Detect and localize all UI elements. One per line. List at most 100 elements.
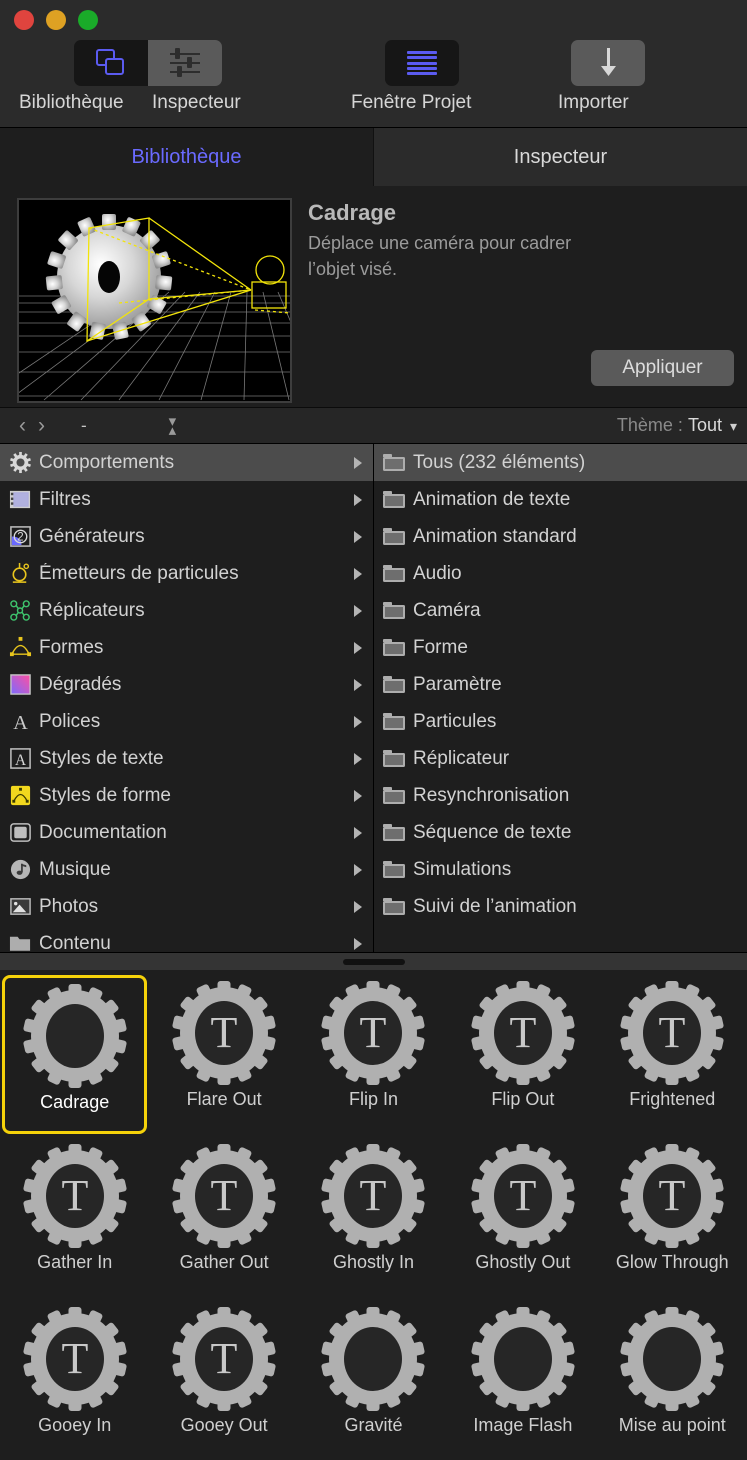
minimize-window-button[interactable]	[46, 10, 66, 30]
disclosure-triangle-icon[interactable]	[354, 493, 362, 506]
category-row[interactable]: A Styles de texte	[0, 740, 373, 777]
panel-divider[interactable]	[0, 952, 747, 970]
behavior-item[interactable]: T Gather Out	[151, 1138, 296, 1297]
behavior-item[interactable]: Mise au point	[600, 1301, 745, 1460]
subcategory-row[interactable]: Séquence de texte	[374, 814, 747, 851]
category-row[interactable]: Documentation	[0, 814, 373, 851]
drag-handle[interactable]	[342, 958, 405, 965]
documentation-icon	[8, 821, 32, 845]
category-row[interactable]: Réplicateurs	[0, 592, 373, 629]
behavior-item[interactable]: T Frightened	[600, 975, 745, 1134]
chevron-right-icon[interactable]: ›	[32, 414, 51, 438]
gear-icon: T	[172, 981, 276, 1085]
subcategory-row[interactable]: Animation standard	[374, 518, 747, 555]
category-label: Émetteurs de particules	[39, 562, 239, 584]
subcategory-row[interactable]: Suivi de l’animation	[374, 888, 747, 925]
category-label: Réplicateurs	[39, 599, 145, 621]
subcategory-column[interactable]: Tous (232 éléments) Animation de texte Ani…	[374, 444, 747, 952]
disclosure-triangle-icon[interactable]	[354, 789, 362, 802]
behavior-item[interactable]: Gravité	[301, 1301, 446, 1460]
disclosure-triangle-icon[interactable]	[354, 826, 362, 839]
close-window-button[interactable]	[14, 10, 34, 30]
folder-icon	[382, 895, 406, 919]
behavior-item[interactable]: T Ghostly In	[301, 1138, 446, 1297]
disclosure-triangle-icon[interactable]	[354, 567, 362, 580]
behavior-item-label: Gooey In	[38, 1415, 112, 1435]
gear-icon: T	[620, 981, 724, 1085]
behavior-item-label: Flare Out	[186, 1089, 262, 1109]
subcategory-row[interactable]: Simulations	[374, 851, 747, 888]
category-row[interactable]: Formes	[0, 629, 373, 666]
disclosure-triangle-icon[interactable]	[354, 900, 362, 913]
titlebar: Bibliothèque Inspecteur Fenêtre Projet I…	[0, 0, 747, 128]
category-label: Polices	[39, 710, 101, 732]
behavior-item[interactable]: T Flip In	[301, 975, 446, 1134]
subcategory-row[interactable]: Forme	[374, 629, 747, 666]
behavior-item[interactable]: Cadrage	[2, 975, 148, 1134]
category-row[interactable]: 2 Générateurs	[0, 518, 373, 555]
toolbar-button-library[interactable]	[74, 40, 148, 86]
behavior-item[interactable]: T Gooey Out	[151, 1301, 296, 1460]
category-row[interactable]: Styles de forme	[0, 777, 373, 814]
gear-icon	[23, 984, 127, 1088]
disclosure-triangle-icon[interactable]	[354, 641, 362, 654]
category-row[interactable]: Dégradés	[0, 666, 373, 703]
behavior-item[interactable]: T Flip Out	[450, 975, 595, 1134]
toolbar-labels: Bibliothèque Inspecteur Fenêtre Projet I…	[0, 92, 747, 122]
tab-inspecteur[interactable]: Inspecteur	[373, 128, 747, 186]
category-row[interactable]: Musique	[0, 851, 373, 888]
toolbar-button-import[interactable]	[571, 40, 645, 86]
behavior-item[interactable]: T Flare Out	[151, 975, 296, 1134]
category-row[interactable]: Émetteurs de particules	[0, 555, 373, 592]
disclosure-triangle-icon[interactable]	[354, 678, 362, 691]
behavior-item[interactable]: T Gather In	[2, 1138, 147, 1297]
disclosure-triangle-icon[interactable]	[354, 715, 362, 728]
apply-button[interactable]: Appliquer	[591, 350, 734, 386]
category-row[interactable]: A Polices	[0, 703, 373, 740]
svg-text:T: T	[659, 1008, 686, 1057]
disclosure-triangle-icon[interactable]	[354, 863, 362, 876]
subcategory-row[interactable]: Caméra	[374, 592, 747, 629]
zoom-window-button[interactable]	[78, 10, 98, 30]
disclosure-triangle-icon[interactable]	[354, 604, 362, 617]
disclosure-triangle-icon[interactable]	[354, 752, 362, 765]
subcategory-label: Forme	[413, 636, 468, 658]
theme-filter[interactable]: Thème : Tout ▾	[617, 415, 737, 436]
folder-icon	[382, 821, 406, 845]
subcategory-row[interactable]: Paramètre	[374, 666, 747, 703]
disclosure-triangle-icon[interactable]	[354, 456, 362, 469]
svg-text:T: T	[360, 1008, 387, 1057]
subcategory-row[interactable]: Audio	[374, 555, 747, 592]
gear-icon: T	[321, 1144, 426, 1248]
subcategory-row[interactable]: Particules	[374, 703, 747, 740]
behavior-icon-grid[interactable]: Cadrage T Flare Out T Flip In T Flip Out…	[0, 970, 747, 1460]
category-column[interactable]: Comportements Filtres 2 Générateurs Émetteur…	[0, 444, 374, 952]
category-row[interactable]: Photos	[0, 888, 373, 925]
behavior-item-label: Gooey Out	[180, 1415, 268, 1435]
subcategory-row[interactable]: Réplicateur	[374, 740, 747, 777]
subcategory-row[interactable]: Animation de texte	[374, 481, 747, 518]
subcategory-row[interactable]: Tous (232 éléments)	[374, 444, 747, 481]
toolbar-button-inspector[interactable]	[148, 40, 222, 86]
toolbar-button-project-window[interactable]	[385, 40, 459, 86]
up-down-stepper-icon[interactable]: ▾ ▴	[169, 414, 177, 438]
category-row[interactable]: Contenu	[0, 925, 373, 952]
photos-icon	[8, 895, 32, 919]
chevron-left-icon[interactable]: ‹	[13, 414, 32, 438]
behavior-item[interactable]: T Glow Through	[600, 1138, 745, 1297]
behavior-item[interactable]: T Ghostly Out	[450, 1138, 595, 1297]
disclosure-triangle-icon[interactable]	[354, 937, 362, 950]
project-lines-icon	[407, 51, 437, 75]
disclosure-triangle-icon[interactable]	[354, 530, 362, 543]
tab-bibliotheque[interactable]: Bibliothèque	[0, 128, 373, 186]
behavior-item[interactable]: Image Flash	[450, 1301, 595, 1460]
subcategory-label: Animation standard	[413, 525, 577, 547]
behavior-item[interactable]: T Gooey In	[2, 1301, 147, 1460]
category-row[interactable]: Filtres	[0, 481, 373, 518]
svg-text:T: T	[509, 1171, 536, 1220]
subcategory-row[interactable]: Resynchronisation	[374, 777, 747, 814]
svg-text:T: T	[360, 1171, 387, 1220]
category-row[interactable]: Comportements	[0, 444, 373, 481]
text-style-icon: A	[8, 747, 32, 771]
gear-icon: T	[471, 981, 575, 1085]
